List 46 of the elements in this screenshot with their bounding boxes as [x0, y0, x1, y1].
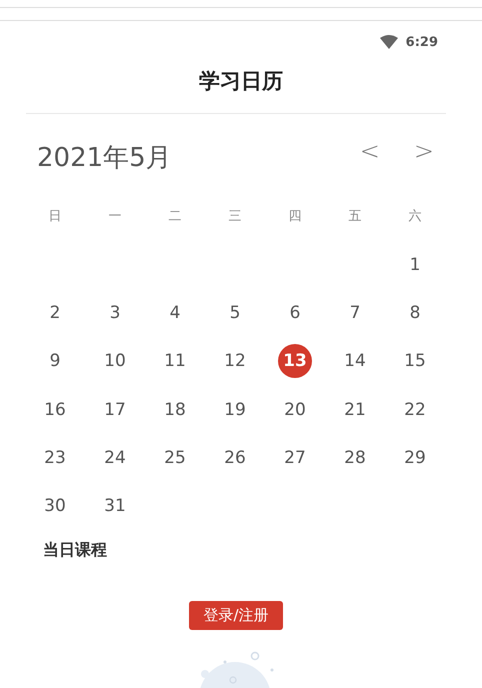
calendar-day[interactable]: 7 [338, 296, 372, 330]
calendar-day[interactable]: 20 [278, 392, 312, 427]
calendar-day[interactable]: 13 [278, 344, 312, 378]
calendar-day[interactable]: 21 [338, 392, 372, 427]
calendar-day[interactable]: 5 [218, 296, 252, 330]
wifi-icon [380, 35, 398, 49]
calendar-day[interactable]: 23 [38, 440, 72, 475]
weekday-label: 四 [288, 208, 302, 226]
page-title: 学习日历 [198, 68, 284, 95]
calendar-day[interactable]: 26 [218, 440, 252, 475]
calendar-day[interactable]: 10 [98, 344, 132, 378]
calendar-day[interactable]: 28 [338, 440, 372, 475]
calendar-day[interactable]: 17 [98, 392, 132, 427]
weekday-label: 一 [108, 208, 122, 226]
calendar-day[interactable]: 12 [218, 344, 252, 378]
next-month-button[interactable]: > [408, 136, 440, 166]
calendar-day[interactable]: 22 [398, 392, 432, 427]
previous-month-button[interactable]: < [354, 136, 386, 166]
calendar-day[interactable]: 3 [98, 296, 132, 330]
calendar-day[interactable]: 6 [278, 296, 312, 330]
calendar-day[interactable]: 2 [38, 296, 72, 330]
weekday-label: 六 [408, 208, 422, 226]
calendar-day[interactable]: 11 [158, 344, 192, 378]
status-time: 6:29 [406, 34, 438, 50]
calendar-day[interactable]: 31 [98, 489, 132, 524]
calendar-day[interactable]: 14 [338, 344, 372, 378]
calendar-day[interactable]: 24 [98, 440, 132, 475]
weekday-label: 日 [48, 208, 62, 226]
weekday-label: 二 [168, 208, 182, 226]
calendar-day[interactable]: 29 [398, 440, 432, 475]
calendar-day[interactable]: 9 [38, 344, 72, 378]
calendar-day[interactable]: 25 [158, 440, 192, 475]
login-button[interactable]: 登录/注册 [189, 601, 283, 630]
calendar-day[interactable]: 8 [398, 296, 432, 330]
calendar-day[interactable]: 18 [158, 392, 192, 427]
calendar-day[interactable]: 4 [158, 296, 192, 330]
month-label: 2021年5月 [37, 142, 172, 175]
calendar-day[interactable]: 15 [398, 344, 432, 378]
calendar-day[interactable]: 19 [218, 392, 252, 427]
calendar-day[interactable]: 27 [278, 440, 312, 475]
section-heading: 当日课程 [42, 540, 108, 562]
weekday-label: 三 [228, 208, 242, 226]
calendar-day[interactable]: 1 [398, 248, 432, 282]
weekday-label: 五 [348, 208, 362, 226]
calendar-day[interactable]: 16 [38, 392, 72, 427]
calendar-day[interactable]: 30 [38, 489, 72, 524]
